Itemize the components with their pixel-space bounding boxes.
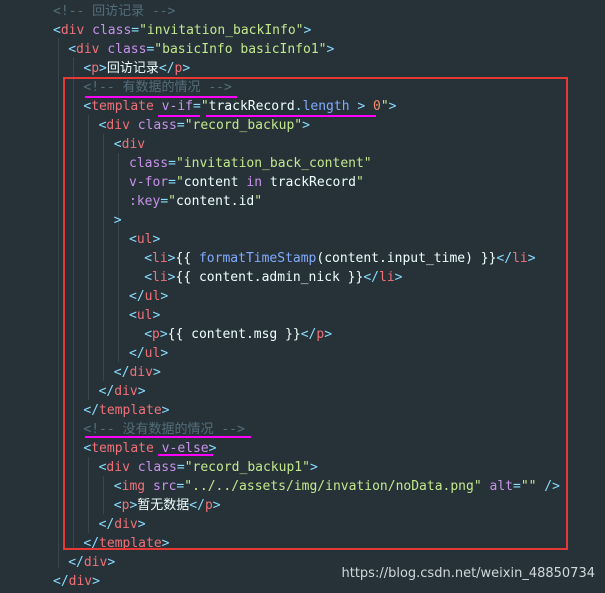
code-line: <!-- 回访记录 -->: [53, 2, 175, 21]
code-token: "invitation_backInfo": [139, 23, 304, 38]
code-token: "basicInfo basicInfo1": [154, 42, 327, 57]
code-token: <!-- 回访记录 -->: [53, 4, 176, 19]
comment-underline-2: [85, 436, 251, 438]
code-token: <: [68, 42, 77, 57]
code-token: div: [83, 555, 108, 570]
code-token: >: [92, 574, 100, 589]
code-token: >: [326, 42, 335, 57]
code-token: div: [60, 23, 85, 38]
code-editor[interactable]: <!-- 回访记录 --> <div class="invitation_back…: [0, 0, 605, 593]
code-line: </div>: [53, 572, 100, 591]
code-token: class: [92, 23, 132, 38]
code-line: </div>: [68, 553, 115, 572]
comment-underline: [85, 96, 237, 98]
code-token: >: [182, 61, 191, 76]
vif-underline: [158, 115, 200, 117]
code-token: =: [131, 23, 140, 38]
code-token: p: [91, 61, 100, 76]
code-token: </: [158, 61, 175, 76]
code-token: 回访记录: [106, 61, 159, 76]
code-line: <div class="basicInfo basicInfo1">: [68, 40, 334, 59]
velse-underline: [158, 454, 213, 456]
highlight-box: [63, 77, 568, 550]
code-token: class: [107, 42, 147, 57]
code-line: <div class="invitation_backInfo">: [53, 21, 311, 40]
code-token: div: [76, 42, 100, 57]
code-token: <: [53, 23, 61, 38]
code-token: >: [107, 555, 116, 570]
code-token: >: [99, 61, 107, 76]
code-token: </: [68, 555, 84, 570]
condition-underline: [206, 115, 376, 117]
code-token: >: [303, 23, 312, 38]
indent-guide: [58, 38, 59, 568]
code-line: <p>回访记录</p>: [83, 59, 190, 78]
code-token: </: [53, 574, 69, 589]
watermark: https://blog.csdn.net/weixin_48850734: [341, 566, 595, 581]
code-token: div: [68, 574, 93, 589]
